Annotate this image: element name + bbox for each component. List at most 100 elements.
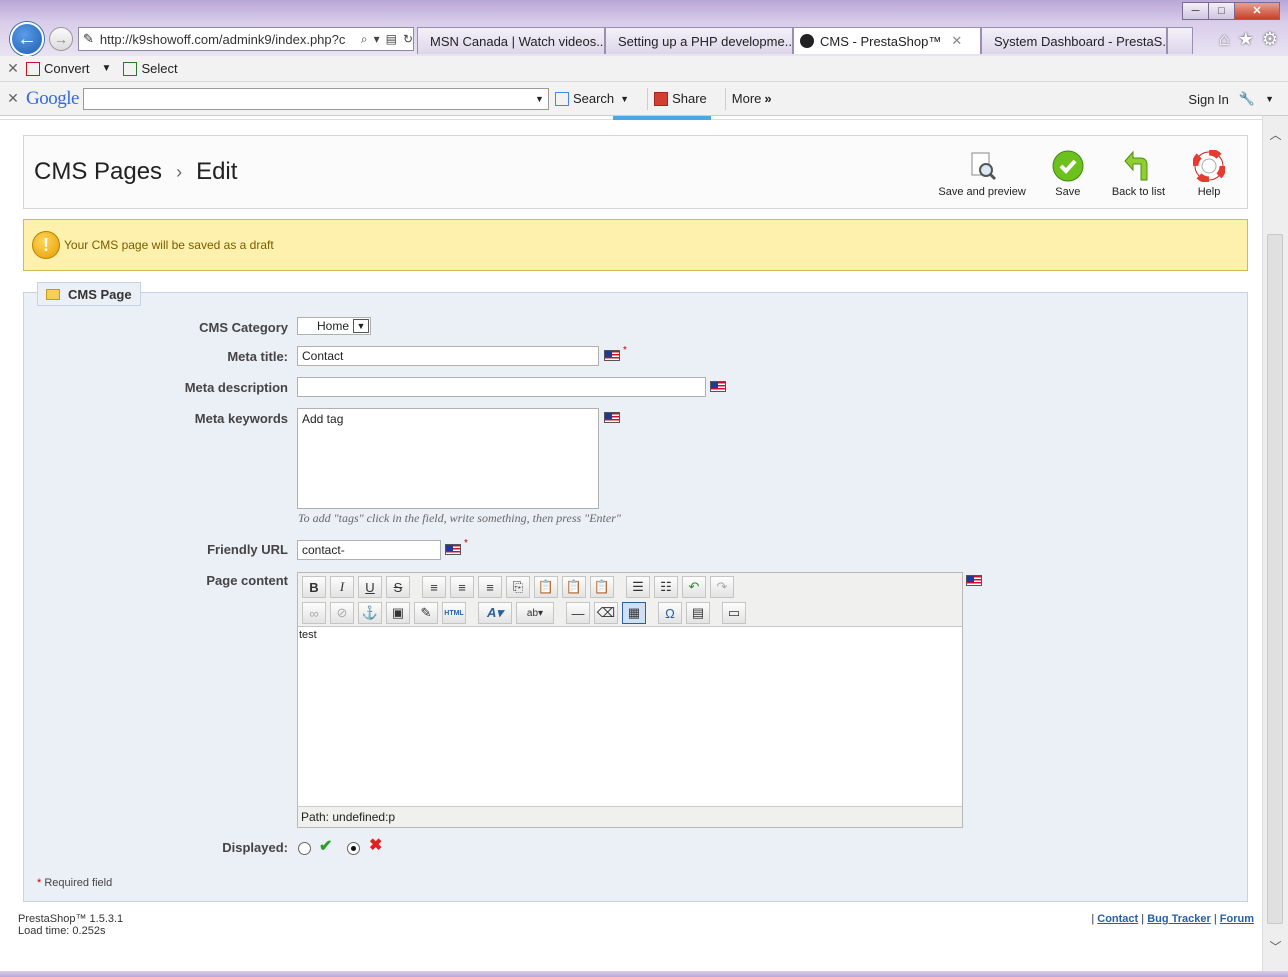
special-char-omega-icon[interactable]: Ω	[658, 602, 682, 624]
close-toolbar-icon[interactable]: ✕	[0, 60, 26, 77]
refresh-icon[interactable]: ↻	[403, 32, 413, 46]
image-icon[interactable]: ▣	[386, 602, 410, 624]
redo-icon[interactable]: ↷	[710, 576, 734, 598]
save-and-preview-button[interactable]: Save and preview	[938, 150, 1026, 198]
forum-link[interactable]: Forum	[1220, 913, 1254, 925]
close-window-button[interactable]: ✕	[1234, 2, 1280, 20]
editor-toolbar-row-2: ∞ ⊘ ⚓ ▣ ✎ HTML A▾ ab▾ — ⌫ ▦ Ω ▤ ▭	[302, 602, 750, 624]
meta-title-input[interactable]: Contact	[297, 346, 599, 366]
bullet-list-icon[interactable]: ☰	[626, 576, 650, 598]
displayed-label: Displayed:	[222, 840, 288, 855]
help-button[interactable]: Help	[1193, 150, 1225, 198]
google-plus-icon	[654, 91, 669, 106]
paste-text-icon[interactable]: 📋	[562, 576, 586, 598]
close-toolbar-icon[interactable]: ✕	[0, 90, 26, 107]
bold-icon[interactable]: B	[302, 576, 326, 598]
align-left-icon[interactable]: ≡	[422, 576, 446, 598]
share-button[interactable]: Share	[654, 91, 707, 106]
meta-description-input[interactable]	[297, 377, 706, 397]
italic-icon[interactable]: I	[330, 576, 354, 598]
cms-category-select[interactable]: Home ▼	[297, 317, 372, 335]
sign-in-area: Sign In 🔧 ▼	[1188, 82, 1274, 116]
paste-word-icon[interactable]: 📋	[590, 576, 614, 598]
us-flag-icon[interactable]	[710, 381, 726, 392]
forward-button[interactable]: →	[49, 27, 73, 51]
maximize-button[interactable]: □	[1208, 2, 1235, 20]
breadcrumb: CMS Pages › Edit	[34, 158, 237, 186]
back-button[interactable]: ←	[10, 22, 44, 56]
page-footer: PrestaShop™ 1.5.3.1 Load time: 0.252s | …	[18, 913, 1254, 937]
back-to-list-button[interactable]: Back to list	[1112, 150, 1165, 198]
new-tab-button[interactable]	[1167, 27, 1193, 54]
friendly-url-label: Friendly URL	[207, 542, 288, 557]
settings-gear-icon[interactable]: ⚙	[1262, 29, 1278, 50]
us-flag-icon[interactable]	[445, 544, 461, 555]
scroll-up-icon[interactable]: ︿	[1263, 126, 1288, 143]
anchor-icon[interactable]: ⚓	[358, 602, 382, 624]
underline-icon[interactable]: U	[358, 576, 382, 598]
bug-tracker-link[interactable]: Bug Tracker	[1147, 913, 1211, 925]
html-source-icon[interactable]: HTML	[442, 602, 466, 624]
scrollbar-thumb[interactable]	[1267, 234, 1283, 924]
eraser-icon[interactable]: ⌫	[594, 602, 618, 624]
tab-strip: MSN Canada | Watch videos... Setting up …	[417, 27, 1193, 54]
text-color-icon[interactable]: A▾	[478, 602, 512, 624]
link-icon[interactable]: ∞	[302, 602, 326, 624]
required-asterisk: *	[464, 538, 468, 549]
compat-view-icon[interactable]: ▤	[386, 32, 397, 46]
undo-icon[interactable]: ↶	[682, 576, 706, 598]
unlink-icon[interactable]: ⊘	[330, 602, 354, 624]
paste-icon[interactable]: 📋	[534, 576, 558, 598]
tab-cms-prestashop[interactable]: CMS - PrestaShop™ ✕	[793, 27, 981, 54]
template-icon[interactable]: ▭	[722, 602, 746, 624]
required-asterisk: *	[37, 877, 42, 889]
google-search-input[interactable]: ▼	[82, 87, 549, 110]
address-bar[interactable]: ✎ http://k9showoff.com/admink9/index.php…	[78, 27, 414, 51]
chevron-down-icon[interactable]: ▼	[102, 63, 112, 74]
tab-adobe[interactable]: Setting up a PHP developme...	[605, 27, 793, 54]
search-icon[interactable]: ⌕	[361, 32, 368, 47]
table-icon[interactable]: ▦	[622, 602, 646, 624]
tab-msn[interactable]: MSN Canada | Watch videos...	[417, 27, 605, 54]
close-tab-icon[interactable]: ✕	[951, 33, 962, 49]
more-button[interactable]: More »	[732, 91, 772, 106]
convert-button[interactable]: Convert ▼	[26, 61, 111, 76]
friendly-url-input[interactable]: contact-	[297, 540, 441, 560]
google-search-button[interactable]: Search ▼	[554, 91, 629, 106]
tab-dashboard[interactable]: System Dashboard - PrestaS...	[981, 27, 1167, 54]
chevron-down-icon[interactable]: ▼	[620, 94, 629, 104]
chevron-down-icon[interactable]: ▼	[1265, 94, 1274, 104]
copy-icon[interactable]: ⎘	[506, 576, 530, 598]
numbered-list-icon[interactable]: ☷	[654, 576, 678, 598]
wrench-icon[interactable]: 🔧	[1239, 91, 1255, 107]
highlight-color-icon[interactable]: ab▾	[516, 602, 554, 624]
sign-in-link[interactable]: Sign In	[1188, 92, 1228, 107]
save-button[interactable]: Save	[1052, 150, 1084, 198]
us-flag-icon[interactable]	[966, 575, 982, 586]
meta-keywords-tag-input[interactable]: Add tag	[297, 408, 599, 509]
chevron-down-icon[interactable]: ▼	[535, 94, 544, 104]
minimize-button[interactable]: ─	[1182, 2, 1209, 20]
align-right-icon[interactable]: ≡	[478, 576, 502, 598]
preview-magnifier-icon	[966, 150, 998, 182]
select-button[interactable]: Select	[123, 61, 178, 76]
dropdown-icon[interactable]: ▾	[374, 32, 380, 46]
media-film-icon[interactable]: ▤	[686, 602, 710, 624]
scroll-down-icon[interactable]: ﹀	[1263, 938, 1288, 955]
contact-link[interactable]: Contact	[1097, 913, 1138, 925]
vertical-scrollbar[interactable]: ︿ ﹀	[1262, 116, 1288, 971]
home-icon[interactable]: ⌂	[1219, 29, 1230, 50]
select-label: Select	[141, 61, 178, 76]
strikethrough-icon[interactable]: S	[386, 576, 410, 598]
editor-content-area[interactable]: test	[298, 626, 962, 806]
displayed-no-radio[interactable]	[347, 842, 360, 855]
chevron-down-icon[interactable]: ▼	[353, 319, 370, 333]
align-center-icon[interactable]: ≡	[450, 576, 474, 598]
displayed-yes-radio[interactable]	[298, 842, 311, 855]
us-flag-icon[interactable]	[604, 350, 620, 361]
us-flag-icon[interactable]	[604, 412, 620, 423]
favorites-star-icon[interactable]: ★	[1238, 29, 1254, 50]
tab-title: Setting up a PHP developme...	[618, 33, 793, 49]
horizontal-rule-icon[interactable]: —	[566, 602, 590, 624]
cleanup-brush-icon[interactable]: ✎	[414, 602, 438, 624]
